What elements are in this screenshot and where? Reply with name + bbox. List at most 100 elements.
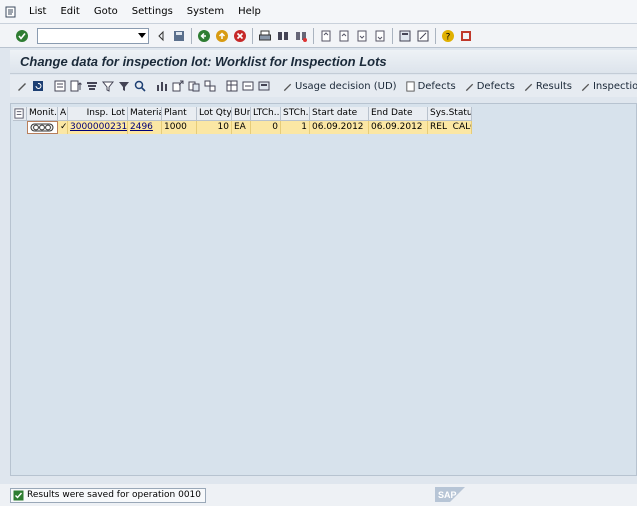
- find-icon[interactable]: [275, 28, 291, 44]
- toolbar-divider: [191, 27, 192, 44]
- exit-icon[interactable]: [214, 28, 230, 44]
- usage-decision-button[interactable]: Usage decision (UD): [282, 81, 397, 92]
- cell-lot-qty: 10: [197, 121, 232, 134]
- select-layout-icon[interactable]: [241, 78, 255, 94]
- defects-label-1: Defects: [417, 80, 456, 92]
- column-header-plant[interactable]: Plant: [162, 107, 197, 121]
- document-icon: [405, 80, 415, 92]
- status-message-box[interactable]: Results were saved for operation 0010: [10, 487, 207, 503]
- success-check-icon: [13, 490, 24, 500]
- save-icon[interactable]: [171, 28, 187, 44]
- search-icon[interactable]: [133, 78, 147, 94]
- menu-help[interactable]: Help: [231, 0, 268, 24]
- enter-icon[interactable]: [14, 28, 30, 44]
- inspection-lot-button[interactable]: Inspection lot: [580, 81, 637, 92]
- column-header-stch[interactable]: STCh..: [281, 107, 310, 121]
- details-icon[interactable]: [53, 78, 67, 94]
- column-header-start-date[interactable]: Start date: [310, 107, 369, 121]
- layout-icon[interactable]: [225, 78, 239, 94]
- status-bar: Results were saved for operation 0010 SA…: [0, 484, 637, 506]
- abc-analysis-icon[interactable]: [187, 78, 201, 94]
- graphic-icon[interactable]: [203, 78, 217, 94]
- cell-start-date: 06.09.2012: [310, 121, 369, 134]
- material-link[interactable]: 2496: [130, 122, 153, 132]
- cell-material[interactable]: 2496: [128, 121, 162, 134]
- menu-list[interactable]: List: [22, 0, 53, 24]
- chevron-down-icon[interactable]: [138, 32, 146, 38]
- toolbar-divider: [392, 27, 393, 44]
- cell-end-date: 06.09.2012: [369, 121, 428, 134]
- sap-menu-icon[interactable]: [0, 0, 22, 24]
- filter-icon[interactable]: [117, 78, 131, 94]
- create-session-icon[interactable]: [397, 28, 413, 44]
- toolbar-divider: [252, 27, 253, 44]
- menu-bar: List Edit Goto Settings System Help: [0, 0, 637, 24]
- shortcut-icon[interactable]: [415, 28, 431, 44]
- cell-stch: 1: [281, 121, 310, 134]
- sort-ascending-icon[interactable]: [69, 78, 83, 94]
- refresh-icon[interactable]: [31, 78, 45, 94]
- svg-text:?: ?: [446, 32, 451, 42]
- menu-edit[interactable]: Edit: [53, 0, 86, 24]
- find-next-icon[interactable]: [293, 28, 309, 44]
- customize-layout-icon[interactable]: [458, 28, 474, 44]
- first-page-icon[interactable]: [318, 28, 334, 44]
- print-preview-icon[interactable]: [101, 78, 115, 94]
- column-header-sys-status[interactable]: Sys.Status: [428, 107, 472, 121]
- toolbar-divider: [313, 27, 314, 44]
- menu-settings[interactable]: Settings: [125, 0, 180, 24]
- menu-goto[interactable]: Goto: [87, 0, 125, 24]
- worklist-grid: Monit. A Insp. Lot Material Plant Lot Qt…: [10, 103, 637, 476]
- print-icon[interactable]: [257, 28, 273, 44]
- insp-lot-link[interactable]: 30000002312: [70, 122, 127, 132]
- inspection-lot-label: Inspection lot: [592, 80, 637, 92]
- pencil-icon: [581, 83, 590, 91]
- column-header-insp-lot[interactable]: Insp. Lot: [68, 107, 128, 121]
- save-layout-icon[interactable]: [257, 78, 271, 94]
- cell-sys-status: REL CALC: [428, 121, 472, 134]
- cancel-icon[interactable]: [232, 28, 248, 44]
- column-header-material[interactable]: Material: [128, 107, 162, 121]
- svg-text:SAP: SAP: [438, 490, 457, 500]
- menu-system[interactable]: System: [180, 0, 231, 24]
- column-header-bun[interactable]: BUn: [232, 107, 251, 121]
- column-header-ltch[interactable]: LTCh..: [251, 107, 281, 121]
- results-button[interactable]: Results: [523, 81, 572, 92]
- pencil-icon: [283, 83, 292, 91]
- defects-label-2: Defects: [476, 80, 515, 92]
- column-header-lot-qty[interactable]: Lot Qty: [197, 107, 232, 121]
- back-icon[interactable]: [196, 28, 212, 44]
- cell-a: ✓: [58, 121, 68, 134]
- column-header-end-date[interactable]: End Date: [369, 107, 428, 121]
- last-page-icon[interactable]: [372, 28, 388, 44]
- next-page-icon[interactable]: [354, 28, 370, 44]
- page-title: Change data for inspection lot: Worklist…: [10, 50, 637, 74]
- application-toolbar: Usage decision (UD) Defects Defects Resu…: [10, 75, 637, 97]
- cell-insp-lot[interactable]: 30000002312: [68, 121, 128, 134]
- cell-plant: 1000: [162, 121, 197, 134]
- chart-icon[interactable]: [155, 78, 169, 94]
- column-header-monit[interactable]: Monit.: [27, 107, 58, 121]
- defects-button-1[interactable]: Defects: [405, 81, 456, 92]
- row-selector[interactable]: [13, 121, 27, 134]
- pencil-icon: [465, 83, 473, 91]
- cell-bun: EA: [232, 121, 251, 134]
- status-message: Results were saved for operation 0010: [27, 490, 202, 500]
- select-all-icon[interactable]: [13, 107, 27, 121]
- column-header-a[interactable]: A: [58, 107, 68, 121]
- defects-button-2[interactable]: Defects: [464, 81, 515, 92]
- sort-descending-icon[interactable]: [85, 78, 99, 94]
- toolbar-divider: [435, 27, 436, 44]
- table-row[interactable]: ✓ 30000002312 2496 1000 10 EA 0 1 06.09.…: [13, 121, 472, 134]
- collapse-left-icon[interactable]: [153, 28, 169, 44]
- grid-header: Monit. A Insp. Lot Material Plant Lot Qt…: [13, 107, 472, 121]
- previous-page-icon[interactable]: [336, 28, 352, 44]
- results-label: Results: [535, 80, 572, 92]
- edit-pencil-icon[interactable]: [15, 78, 29, 94]
- monitoring-cell[interactable]: [27, 121, 58, 134]
- help-icon[interactable]: ?: [440, 28, 456, 44]
- export-icon[interactable]: [171, 78, 185, 94]
- usage-decision-label: Usage decision (UD): [295, 80, 397, 92]
- command-field[interactable]: [37, 27, 149, 44]
- pencil-icon: [524, 83, 533, 91]
